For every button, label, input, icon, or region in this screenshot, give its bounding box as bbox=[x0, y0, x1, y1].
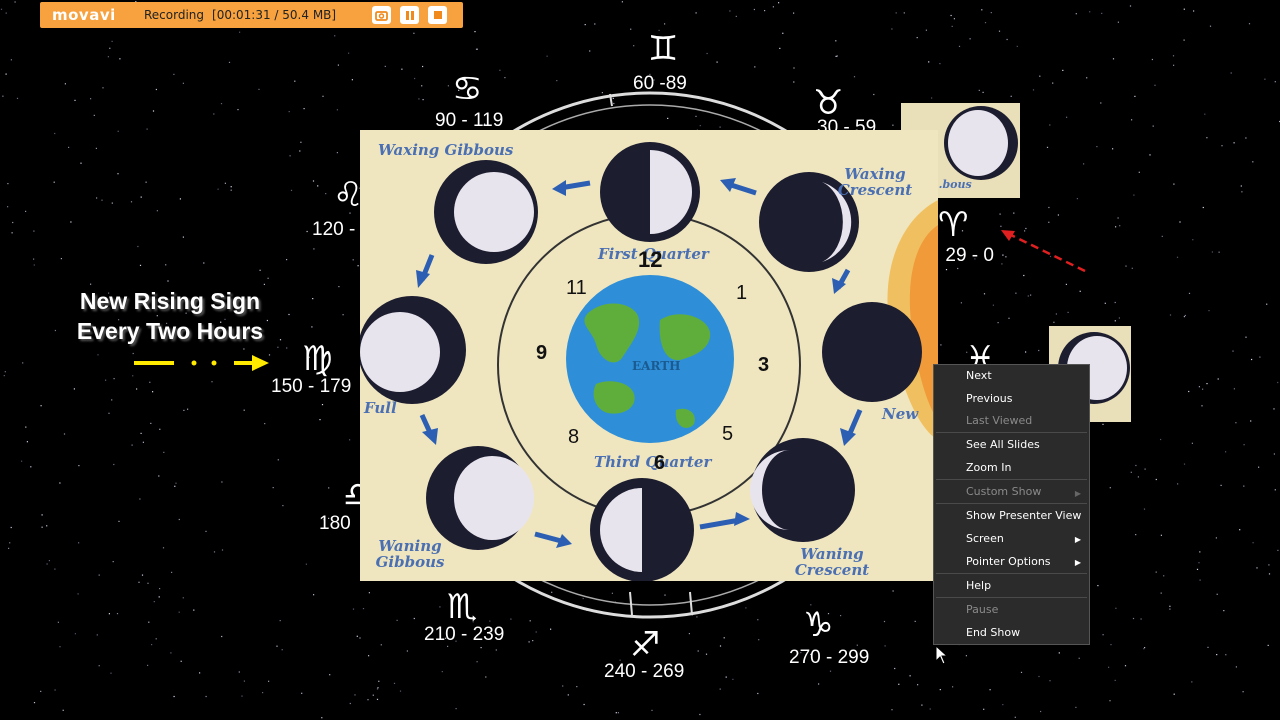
capricorn-range: 270 - 299 bbox=[789, 647, 870, 668]
gemini-range: 60 -89 bbox=[633, 73, 687, 94]
cancer-range: 90 - 119 bbox=[435, 110, 504, 131]
leo-range: 120 - bbox=[312, 219, 356, 240]
aries-symbol: ♈ bbox=[938, 205, 969, 245]
label-earth: EARTH bbox=[632, 359, 681, 373]
cancer-symbol: ♋ bbox=[452, 69, 483, 109]
clock-12: 12 bbox=[638, 247, 663, 272]
rising-sign-caption: New Rising Sign Every Two Hours bbox=[60, 286, 280, 346]
clock-6: 6 bbox=[654, 452, 666, 474]
label-full: Full bbox=[364, 399, 397, 417]
clock-8: 8 bbox=[568, 426, 580, 448]
clock-9: 9 bbox=[536, 342, 548, 364]
clock-11: 11 bbox=[566, 277, 587, 299]
menu-item-help[interactable]: Help bbox=[966, 579, 991, 592]
taurus-symbol: ♉ bbox=[813, 83, 844, 123]
menu-item-previous[interactable]: Previous bbox=[966, 392, 1013, 405]
menu-separator bbox=[936, 432, 1087, 433]
menu-item-pause: Pause bbox=[966, 603, 999, 616]
menu-item-last-viewed: Last Viewed bbox=[966, 414, 1033, 427]
virgo-range: 150 - 179 bbox=[271, 376, 352, 397]
gemini-symbol: ♊ bbox=[648, 29, 679, 69]
leo-symbol: ♌ bbox=[333, 175, 364, 215]
menu-item-end-show[interactable]: End Show bbox=[966, 626, 1020, 639]
sagittarius-range: 240 - 269 bbox=[604, 661, 685, 682]
label-third-quarter: Third Quarter bbox=[594, 453, 712, 471]
menu-item-see-all-slides[interactable]: See All Slides bbox=[966, 438, 1040, 451]
virgo-symbol: ♍ bbox=[302, 339, 333, 379]
pisces-symbol: ♓ bbox=[965, 342, 996, 364]
slideshow-context-menu: Next Previous Last Viewed See All Slides… bbox=[933, 364, 1090, 645]
clock-5: 5 bbox=[722, 423, 734, 445]
aries-range: 0 - 29 bbox=[945, 245, 994, 266]
libra-range: 180 bbox=[319, 513, 351, 534]
menu-item-zoom-in[interactable]: Zoom In bbox=[966, 461, 1011, 474]
menu-item-show-presenter-view[interactable]: Show Presenter View bbox=[966, 509, 1081, 522]
yellow-dotted-arrow bbox=[134, 355, 269, 371]
scorpio-symbol: ♏ bbox=[447, 587, 478, 627]
submenu-arrow-icon: ▶ bbox=[1074, 535, 1081, 544]
libra-symbol: ♎ bbox=[343, 478, 360, 512]
clock-1: 1 bbox=[736, 282, 748, 304]
sagittarius-symbol: ♐ bbox=[630, 625, 661, 665]
rising-sign-line1: New Rising Sign bbox=[79, 288, 261, 314]
capricorn-symbol: ♑ bbox=[803, 605, 834, 645]
moon-phases-photo: Waxing Gibbous First Quarter Waxing Cres… bbox=[360, 130, 938, 581]
label-waning-crescent: Waning Crescent bbox=[794, 545, 870, 579]
menu-separator bbox=[936, 573, 1087, 574]
taurus-range: 30 - 59 bbox=[817, 117, 877, 130]
menu-item-pointer-options[interactable]: Pointer Options bbox=[966, 555, 1051, 568]
menu-separator bbox=[936, 597, 1087, 598]
recorder-toolbar: movavi Recording [00:01:31 / 50.4 MB] bbox=[40, 2, 463, 28]
menu-item-custom-show: Custom Show bbox=[966, 485, 1042, 498]
clock-3: 3 bbox=[758, 354, 770, 376]
label-new: New bbox=[882, 405, 919, 423]
label-waxing-gibbous: Waxing Gibbous bbox=[378, 141, 514, 159]
camera-icon[interactable] bbox=[372, 6, 391, 24]
submenu-arrow-icon: ▶ bbox=[1074, 489, 1081, 498]
mouse-cursor-icon bbox=[935, 645, 949, 665]
menu-item-screen[interactable]: Screen bbox=[966, 532, 1004, 545]
label-waxing-crescent: Waxing Crescent bbox=[837, 165, 913, 199]
recording-time-size: [00:01:31 / 50.4 MB] bbox=[212, 8, 337, 22]
menu-separator bbox=[936, 479, 1087, 480]
label-waning-gibbous: Waning Gibbous bbox=[375, 537, 445, 571]
submenu-arrow-icon: ▶ bbox=[1074, 558, 1081, 567]
pause-icon[interactable] bbox=[400, 6, 419, 24]
rising-sign-line2: Every Two Hours bbox=[76, 318, 264, 344]
movavi-logo: movavi bbox=[52, 6, 116, 24]
scorpio-range: 210 - 239 bbox=[424, 624, 505, 645]
recording-status: Recording bbox=[144, 8, 205, 22]
menu-separator bbox=[936, 503, 1087, 504]
red-dashed-arrow bbox=[1001, 230, 1086, 273]
menu-item-next[interactable]: Next bbox=[966, 369, 992, 382]
stop-icon[interactable] bbox=[428, 6, 447, 24]
